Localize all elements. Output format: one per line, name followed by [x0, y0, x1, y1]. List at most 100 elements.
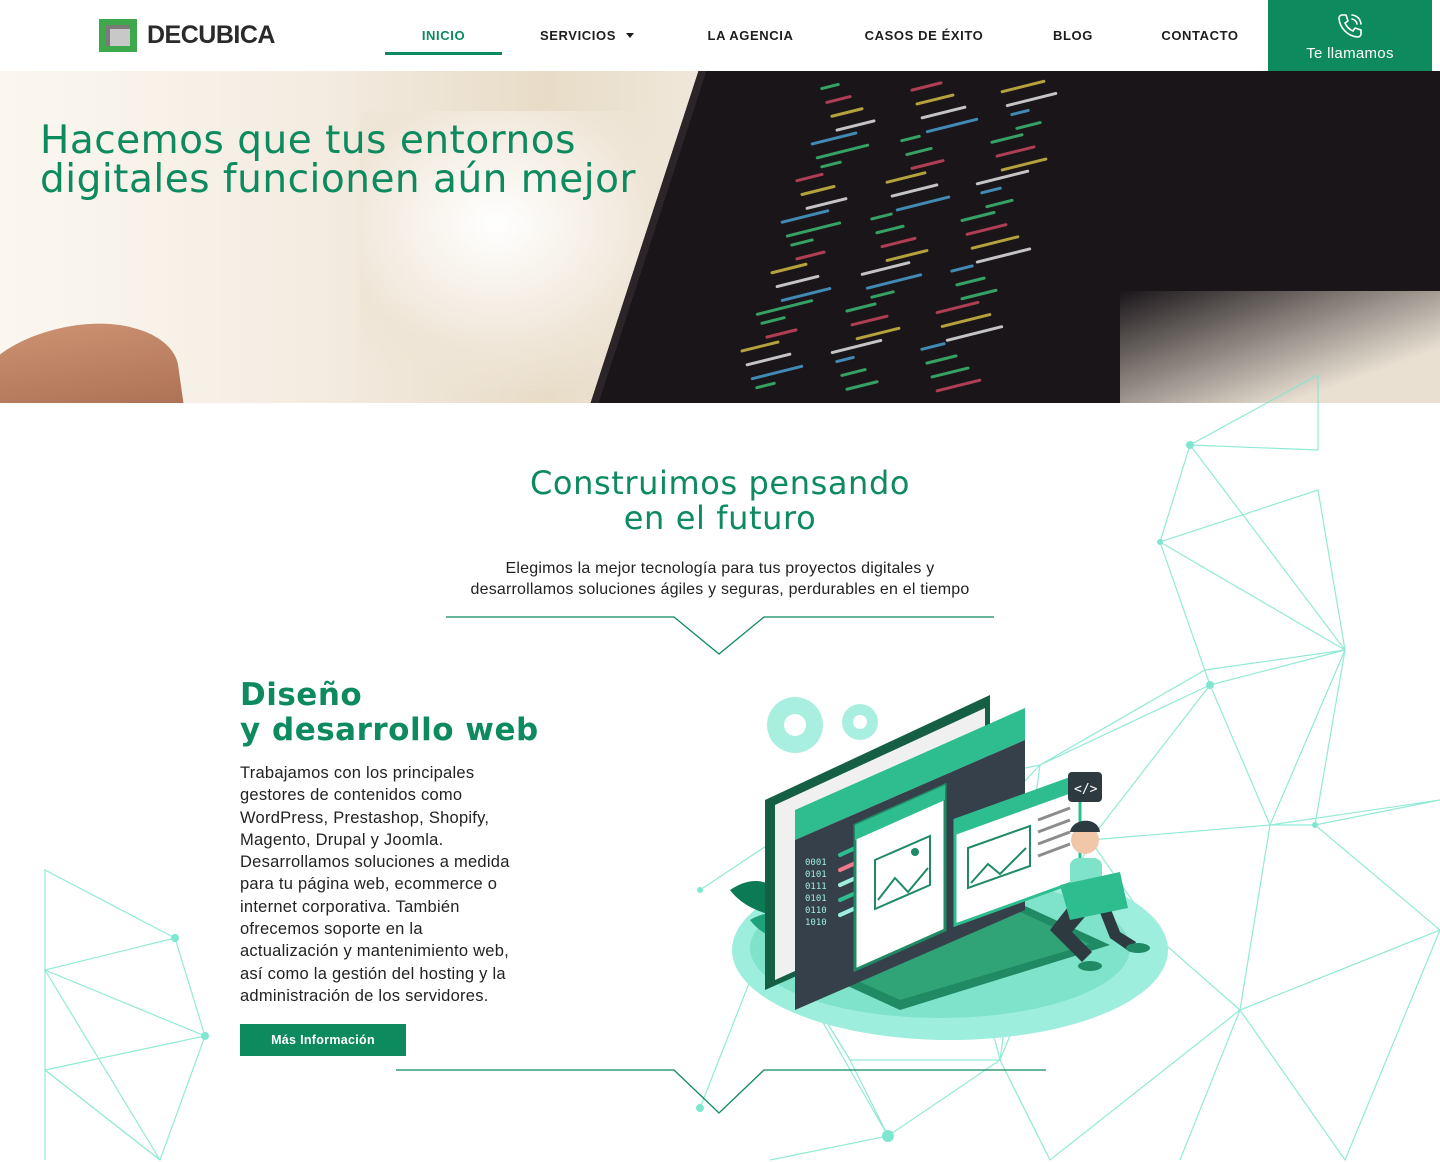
code-line-decoration	[795, 172, 824, 183]
service-title-line-2: y desarrollo web	[240, 712, 539, 748]
service-description-line: Trabajamos con los principales	[240, 764, 475, 782]
code-line-decoration	[985, 198, 1014, 209]
code-line-decoration	[935, 300, 980, 315]
intro-text-line-2: desarrollamos soluciones ágiles y segura…	[470, 581, 970, 598]
service-description-line: así como la gestión del hosting y la	[240, 964, 506, 983]
service-description-line: ofrecemos soporte en la	[240, 920, 423, 939]
nav-item-la-agencia[interactable]: LA AGENCIA	[672, 0, 829, 71]
code-line-decoration	[885, 170, 927, 185]
code-line-decoration	[949, 264, 975, 273]
service-description-line: actualización y mantenimiento web,	[240, 942, 509, 961]
code-line-decoration	[979, 186, 1003, 195]
intro-text-line-1: Elegimos la mejor tecnología para tus pr…	[505, 560, 935, 577]
intro-title-line-1: Construimos pensando	[529, 464, 911, 502]
nav-item-label: CONTACTO	[1161, 28, 1239, 43]
nav-item-label: INICIO	[421, 28, 466, 43]
code-line-decoration	[869, 212, 894, 221]
code-line-decoration	[899, 134, 922, 143]
code-line-decoration	[1015, 120, 1042, 131]
code-line-decoration	[910, 158, 945, 171]
code-line-decoration	[834, 355, 856, 364]
section-divider	[446, 616, 994, 655]
code-line-decoration	[925, 117, 979, 134]
svg-text:1010: 1010	[805, 918, 827, 928]
nav-item-inicio[interactable]: INICIO	[385, 0, 502, 71]
call-me-label: Te llamamos	[1306, 45, 1394, 62]
service-description-line: para tu página web, ecommerce o	[240, 875, 498, 894]
code-line-decoration	[885, 248, 929, 263]
service-description-line: Magento, Drupal y Joomla.	[240, 830, 444, 849]
code-line-decoration	[845, 302, 877, 313]
more-info-button[interactable]: Más Información	[240, 1024, 406, 1056]
caret-down-icon	[625, 33, 634, 38]
intro-title: Construimos pensando en el futuro	[420, 466, 1020, 536]
code-line-decoration	[795, 250, 826, 261]
code-line-decoration	[945, 324, 1004, 343]
code-line-decoration	[960, 288, 998, 301]
code-line-decoration	[755, 298, 814, 317]
code-line-decoration	[1005, 91, 1058, 108]
code-line-decoration	[760, 315, 786, 326]
intro-description: Elegimos la mejor tecnología para tus pr…	[420, 558, 1020, 600]
code-line-decoration	[880, 236, 917, 249]
nav-item-blog[interactable]: BLOG	[1019, 0, 1127, 71]
nav-item-contacto[interactable]: CONTACTO	[1127, 0, 1273, 71]
web-development-illustration: 0001 0101 0111 0101 0110 1010 </>	[730, 695, 1168, 1040]
nav-item-label: LA AGENCIA	[707, 28, 794, 43]
code-line-decoration	[990, 132, 1024, 145]
code-line-decoration	[835, 119, 876, 132]
code-line-decoration	[905, 146, 933, 157]
code-line-decoration	[745, 352, 792, 367]
logo-text: DECUBICA	[147, 21, 275, 49]
service-description-line: internet corporativa. También	[240, 897, 460, 916]
code-line-decoration	[830, 106, 864, 119]
code-line-decoration	[890, 183, 939, 198]
code-line-decoration	[800, 184, 836, 197]
code-line-decoration	[995, 145, 1036, 158]
code-line-decoration	[825, 94, 852, 105]
code-line-decoration	[1009, 108, 1031, 117]
code-line-decoration	[830, 338, 883, 355]
code-line-decoration	[819, 82, 841, 91]
code-line-decoration	[920, 341, 946, 352]
code-line-decoration	[865, 273, 923, 290]
nav-item-casos-de-exito[interactable]: CASOS DE ÉXITO	[829, 0, 1019, 71]
code-line-decoration	[960, 210, 996, 223]
code-line-decoration	[775, 274, 820, 289]
logo-mark-icon	[99, 19, 137, 52]
code-line-decoration	[940, 312, 992, 329]
section-divider-bottom	[396, 1069, 1046, 1114]
svg-text:</>: </>	[1074, 782, 1098, 797]
code-line-decoration	[975, 247, 1032, 264]
code-line-decoration	[819, 160, 843, 169]
code-line-decoration	[1000, 79, 1046, 94]
nav-item-servicios[interactable]: SERVICIOS	[502, 0, 672, 71]
code-line-decoration	[970, 234, 1020, 251]
code-line-decoration	[810, 131, 858, 146]
code-line-decoration	[920, 105, 967, 120]
service-description-line: gestores de contenidos como	[240, 786, 463, 805]
service-description-line: administración de los servidores.	[240, 986, 489, 1005]
nav-item-label: CASOS DE ÉXITO	[864, 28, 984, 43]
service-description: Trabajamos con los principales gestores d…	[240, 762, 580, 1007]
intro-title-line-2: en el futuro	[623, 499, 817, 537]
phone-icon	[1338, 14, 1362, 38]
call-me-button[interactable]: Te llamamos	[1268, 0, 1432, 71]
code-line-decoration	[789, 238, 815, 247]
logo[interactable]: DECUBICA	[99, 19, 275, 52]
main-nav: INICIO SERVICIOS LA AGENCIA CASOS DE ÉXI…	[385, 0, 1273, 71]
svg-text:0101: 0101	[805, 894, 827, 904]
code-line-decoration	[850, 314, 889, 327]
code-line-decoration	[895, 195, 951, 212]
code-line-decoration	[815, 143, 870, 160]
code-line-decoration	[925, 354, 958, 365]
service-title-line-1: Diseño	[240, 677, 363, 713]
code-line-decoration	[875, 224, 905, 235]
svg-text:0001: 0001	[805, 858, 827, 868]
code-line-decoration	[805, 196, 848, 211]
nav-item-label: SERVICIOS	[540, 28, 616, 43]
code-line-decoration	[910, 81, 943, 92]
svg-text:0110: 0110	[805, 906, 827, 916]
code-line-decoration	[780, 208, 830, 225]
hero-banner: Hacemos que tus entornos digitales funci…	[0, 71, 1440, 403]
